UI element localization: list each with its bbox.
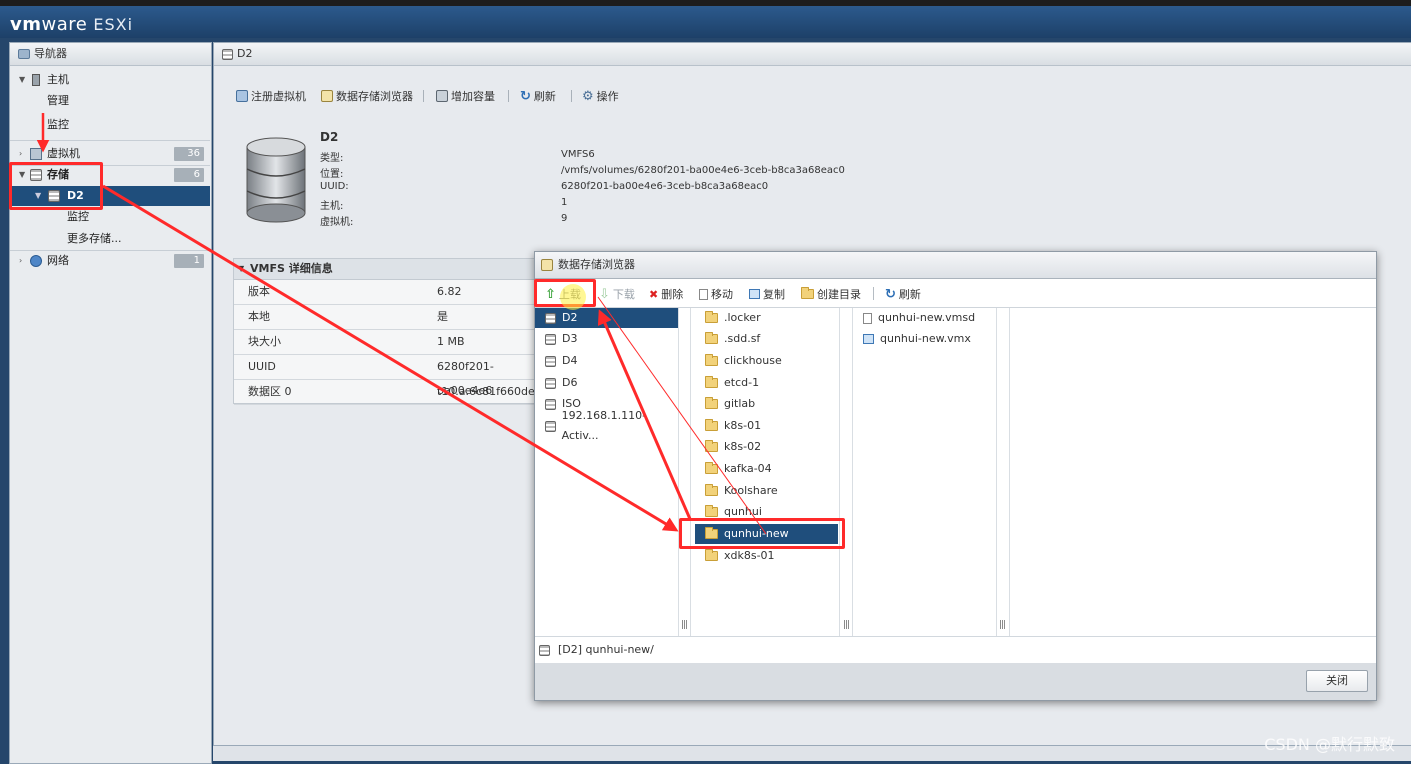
watermark-text: CSDN @默行默致: [1264, 735, 1395, 754]
annotation-arrow-to-folder: [102, 184, 679, 532]
annotation-arrow-to-upload: [597, 309, 692, 520]
annotation-arrows: [36, 113, 767, 535]
